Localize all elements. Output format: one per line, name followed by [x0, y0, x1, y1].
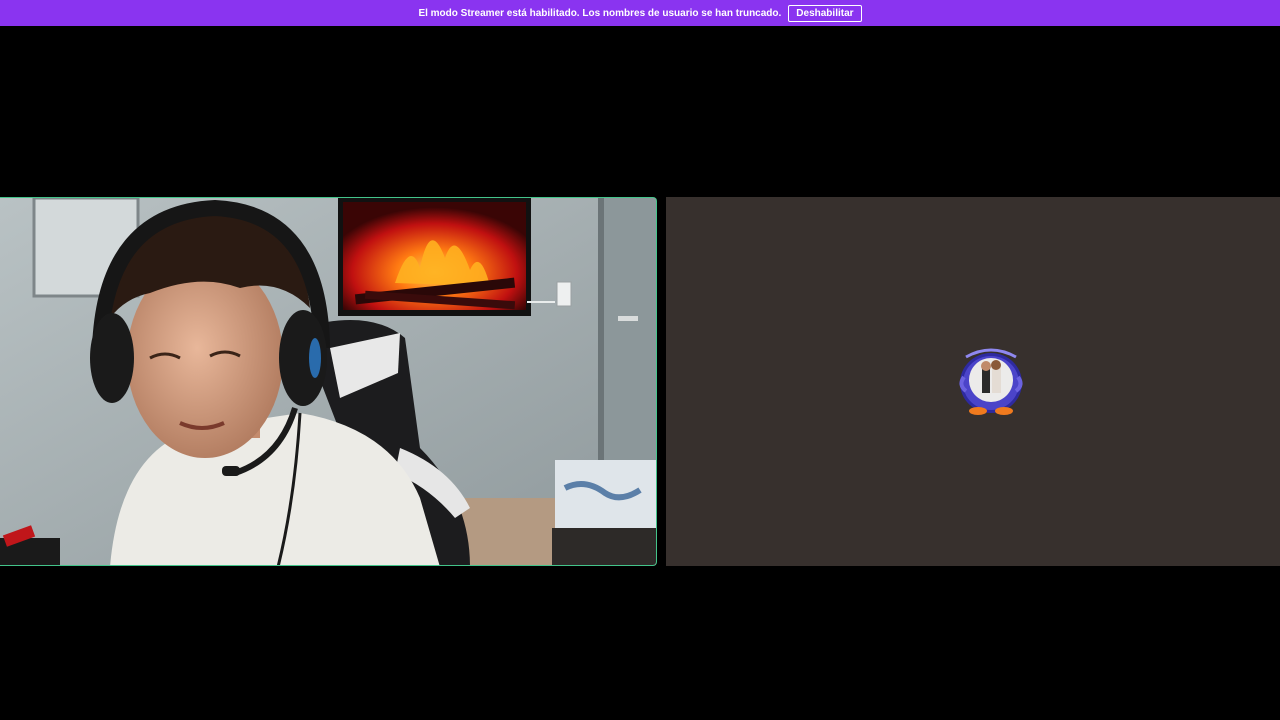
participant-avatar-tile[interactable] [666, 197, 1280, 566]
streamer-mode-message: El modo Streamer está habilitado. Los no… [418, 7, 782, 19]
streamer-mode-banner: El modo Streamer está habilitado. Los no… [0, 0, 1280, 26]
penguin-avatar-icon [959, 348, 1023, 415]
disable-streamer-mode-button[interactable]: Deshabilitar [788, 4, 862, 22]
camera-feed-video [0, 198, 656, 565]
call-stage [0, 26, 1280, 720]
participant-video-tile[interactable] [0, 197, 657, 566]
